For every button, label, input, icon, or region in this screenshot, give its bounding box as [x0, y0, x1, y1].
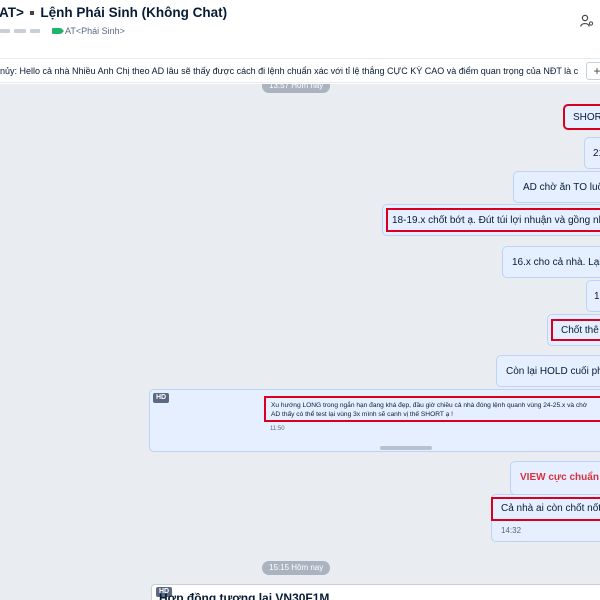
message-time: 11:50	[270, 426, 285, 432]
redacted-mark	[29, 11, 34, 15]
link-preview-card[interactable]: HD Hợp đồng tương lai VN30F1M	[151, 584, 600, 600]
message-text: AD chờ ăn TO luôn	[523, 182, 600, 193]
redacted-text	[0, 29, 10, 33]
tag-icon	[52, 28, 64, 34]
message-bubble[interactable]: 21	[584, 137, 600, 169]
redacted-text	[14, 29, 26, 33]
message-bubble[interactable]: Cả nhà ai còn chốt nốt 14:32	[491, 494, 600, 542]
message-bubble[interactable]: Còn lại HOLD cuối phi	[496, 355, 600, 387]
message-text: 21	[593, 148, 600, 159]
message-time: 14:32	[501, 526, 522, 535]
link-preview-title: Hợp đồng tương lai VN30F1M	[159, 591, 330, 600]
message-text: VIEW cực chuẩn c	[520, 472, 600, 483]
message-list[interactable]: 13:57 Hôm nay SHORT 21 AD chờ ăn TO luôn…	[0, 84, 600, 600]
message-bubble[interactable]: AD chờ ăn TO luôn	[513, 171, 600, 203]
pinned-message-text: nủy: Hello cả nhà Nhiều Anh Chị theo AD …	[0, 66, 578, 76]
quoted-message-card[interactable]: HD Xu hướng LONG trong ngắn hạn đang khá…	[149, 389, 600, 452]
message-bubble[interactable]: VIEW cực chuẩn c	[510, 461, 600, 495]
message-bubble[interactable]: 18-19.x chốt bớt ạ. Đút túi lợi nhuận và…	[382, 204, 600, 236]
chat-tag-label[interactable]: AT<Phái Sinh>	[65, 26, 125, 36]
chat-title[interactable]: AT> Lệnh Phái Sinh (Không Chat)	[0, 5, 227, 20]
hd-badge: HD	[153, 393, 169, 403]
message-bubble[interactable]: SHORT	[563, 104, 600, 130]
pinned-expand-button[interactable]: +	[586, 62, 600, 80]
message-text: SHORT	[573, 112, 600, 123]
message-bubble[interactable]: Chốt thê	[547, 314, 600, 346]
message-bubble[interactable]: 16.x cho cả nhà. Lại t	[502, 246, 600, 278]
redacted-text	[30, 29, 40, 33]
chat-header: AT> Lệnh Phái Sinh (Không Chat) AT<Phái …	[0, 0, 600, 44]
time-separator: 13:57 Hôm nay	[262, 84, 331, 93]
message-text: Còn lại HOLD cuối phi	[506, 366, 600, 377]
message-text: 18-19.x chốt bớt ạ. Đút túi lợi nhuận và…	[392, 215, 600, 226]
pinned-message-bar[interactable]: nủy: Hello cả nhà Nhiều Anh Chị theo AD …	[0, 58, 600, 83]
horizontal-scrollbar[interactable]	[380, 446, 432, 450]
quoted-text-line: Xu hướng LONG trong ngắn hạn đang khá đẹ…	[271, 402, 588, 409]
title-text: Lệnh Phái Sinh (Không Chat)	[40, 5, 228, 20]
message-bubble[interactable]: 12	[586, 280, 600, 312]
message-text: 12	[594, 291, 600, 302]
message-text: 16.x cho cả nhà. Lại t	[512, 257, 600, 268]
title-prefix: AT>	[0, 5, 24, 20]
message-text: Chốt thê	[561, 325, 599, 336]
highlight-box: Xu hướng LONG trong ngắn hạn đang khá đẹ…	[264, 396, 600, 422]
quoted-text-line: AD thấy có thể test lại vùng 3x mình sẽ …	[271, 411, 453, 418]
message-text: Cả nhà ai còn chốt nốt	[501, 503, 600, 514]
time-separator: 15:15 Hôm nay	[262, 561, 331, 575]
user-settings-icon[interactable]	[580, 14, 594, 28]
